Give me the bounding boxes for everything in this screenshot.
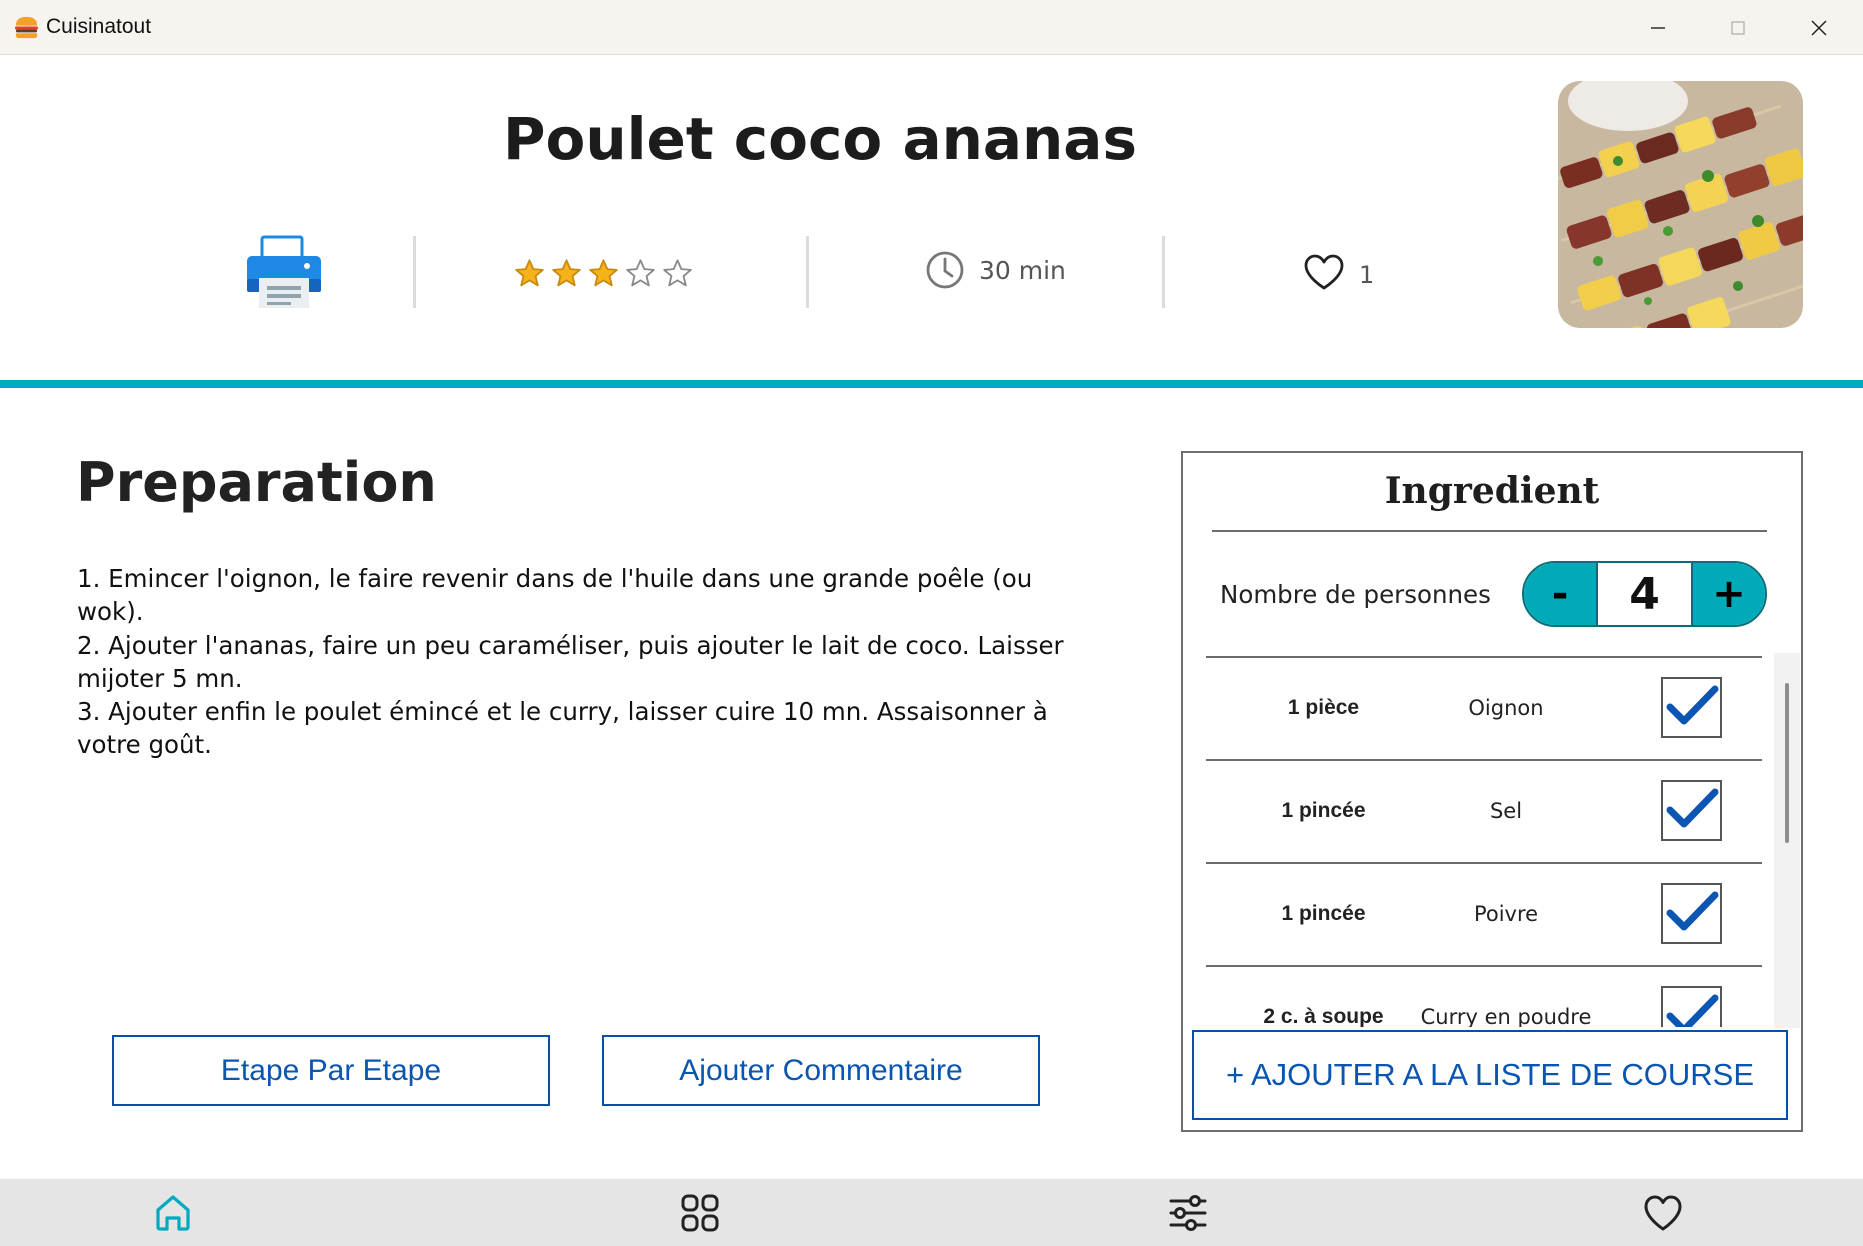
grid-icon [681, 1194, 719, 1231]
nav-home[interactable] [118, 1179, 228, 1246]
checkmark-icon [1666, 891, 1719, 931]
nav-favorites[interactable] [1608, 1179, 1718, 1246]
cook-time: 30 min [925, 250, 1066, 290]
maximize-icon [1731, 20, 1745, 35]
add-comment-button[interactable]: Ajouter Commentaire [602, 1035, 1040, 1106]
checkmark-icon [1666, 994, 1719, 1027]
like-count: 1 [1359, 261, 1375, 289]
cook-time-value: 30 min [979, 255, 1066, 285]
recipe-photo [1558, 81, 1803, 328]
ingredient-scrollbar[interactable] [1774, 653, 1800, 1028]
star-filled-icon[interactable] [551, 258, 582, 289]
home-icon [156, 1194, 190, 1231]
minimize-button[interactable] [1618, 0, 1698, 55]
bottom-navigation [0, 1179, 1863, 1246]
ingredient-panel: Ingredient Nombre de personnes - 4 + 1 p… [1181, 451, 1803, 1132]
like-button[interactable]: 1 [1303, 253, 1374, 291]
ingredient-name: Sel [1489, 799, 1523, 823]
checkmark-icon [1666, 685, 1719, 725]
favorites-icon [1644, 1195, 1682, 1230]
ingredient-quantity: 2 c. à soupe [1263, 1005, 1384, 1027]
ingredient-name: Oignon [1468, 696, 1544, 720]
scrollbar-thumb[interactable] [1785, 683, 1789, 843]
burger-app-icon [14, 16, 39, 39]
minimize-icon [1651, 26, 1665, 29]
ingredient-checkbox[interactable] [1661, 677, 1722, 738]
meta-separator [806, 236, 809, 308]
ingredient-row: 1 pièce Oignon [1206, 656, 1762, 759]
persons-value[interactable]: 4 [1596, 563, 1693, 625]
ingredient-row: 2 c. à soupe Curry en poudre [1206, 965, 1762, 1027]
printer-icon [247, 235, 321, 308]
ingredient-name: Poivre [1473, 902, 1539, 926]
ingredient-row: 1 pincée Poivre [1206, 862, 1762, 965]
preparation-step: 2. Ajouter l'ananas, faire un peu caramé… [77, 630, 1064, 693]
preparation-step: 1. Emincer l'oignon, le faire revenir da… [77, 564, 1033, 627]
header-divider [0, 380, 1863, 388]
persons-label: Nombre de personnes [1220, 580, 1491, 609]
filters-icon [1169, 1194, 1207, 1231]
star-filled-icon[interactable] [588, 258, 619, 289]
ingredient-quantity: 1 pincée [1281, 799, 1366, 822]
ingredient-title: Ingredient [1384, 470, 1600, 512]
app-title: Cuisinatout [46, 15, 152, 38]
preparation-step: 3. Ajouter enfin le poulet émincé et le … [77, 697, 1048, 760]
recipe-title: Poulet coco ananas [503, 105, 1137, 173]
step-by-step-button[interactable]: Etape Par Etape [112, 1035, 550, 1106]
decrease-persons-button[interactable]: - [1524, 563, 1596, 625]
nav-filters[interactable] [1133, 1179, 1243, 1246]
ingredient-row: 1 pincée Sel [1206, 759, 1762, 862]
star-empty-icon[interactable] [662, 258, 693, 289]
star-filled-icon[interactable] [514, 258, 545, 289]
ingredient-checkbox[interactable] [1661, 883, 1722, 944]
preparation-steps: 1. Emincer l'oignon, le faire revenir da… [77, 562, 1087, 762]
clock-icon [926, 251, 964, 289]
increase-persons-button[interactable]: + [1693, 563, 1765, 625]
heart-icon [1304, 254, 1344, 290]
ingredient-name: Curry en poudre [1420, 1005, 1592, 1027]
preparation-heading: Preparation [76, 451, 437, 514]
persons-stepper: - 4 + [1522, 561, 1767, 627]
ingredient-title-divider [1212, 530, 1767, 532]
star-empty-icon[interactable] [625, 258, 656, 289]
maximize-button[interactable] [1698, 0, 1778, 55]
ingredient-checkbox[interactable] [1661, 780, 1722, 841]
meta-separator [1162, 236, 1165, 308]
print-button[interactable] [245, 234, 323, 310]
meta-separator [413, 236, 416, 308]
close-button[interactable] [1779, 0, 1859, 55]
ingredient-quantity: 1 pincée [1281, 902, 1366, 925]
ingredient-list[interactable]: 1 pièce Oignon 1 pincée Sel 1 pincée Poi… [1206, 656, 1762, 1027]
nav-categories[interactable] [645, 1179, 755, 1246]
checkmark-icon [1666, 788, 1719, 828]
star-rating[interactable] [514, 258, 693, 289]
ingredient-quantity: 1 pièce [1287, 696, 1360, 719]
close-icon [1811, 19, 1827, 36]
add-to-shopping-list-button[interactable]: + AJOUTER A LA LISTE DE COURSE [1192, 1030, 1788, 1120]
ingredient-checkbox[interactable] [1661, 986, 1722, 1027]
window-titlebar: Cuisinatout [0, 0, 1863, 55]
